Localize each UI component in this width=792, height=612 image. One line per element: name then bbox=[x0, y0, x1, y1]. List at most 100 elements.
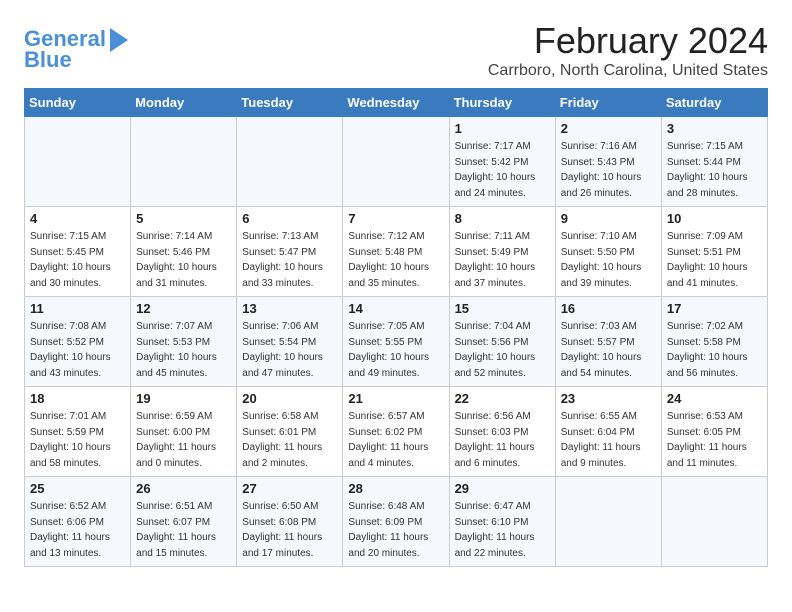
col-header-sunday: Sunday bbox=[25, 89, 131, 117]
calendar-cell bbox=[343, 117, 449, 207]
calendar-cell: 27 Sunrise: 6:50 AM Sunset: 6:08 PM Dayli… bbox=[237, 477, 343, 567]
day-info: Sunrise: 6:55 AM Sunset: 6:04 PM Dayligh… bbox=[561, 409, 656, 471]
day-number: 28 bbox=[348, 481, 443, 496]
day-info: Sunrise: 7:16 AM Sunset: 5:43 PM Dayligh… bbox=[561, 139, 656, 201]
day-number: 29 bbox=[455, 481, 550, 496]
day-number: 14 bbox=[348, 301, 443, 316]
day-number: 17 bbox=[667, 301, 762, 316]
day-number: 9 bbox=[561, 211, 656, 226]
day-number: 24 bbox=[667, 391, 762, 406]
day-number: 4 bbox=[30, 211, 125, 226]
calendar-cell: 7 Sunrise: 7:12 AM Sunset: 5:48 PM Daylig… bbox=[343, 207, 449, 297]
calendar-cell: 22Sunrise: 6:56 AM Sunset: 6:03 PM Dayli… bbox=[449, 387, 555, 477]
calendar-cell: 4 Sunrise: 7:15 AM Sunset: 5:45 PM Daylig… bbox=[25, 207, 131, 297]
day-info: Sunrise: 7:06 AM Sunset: 5:54 PM Dayligh… bbox=[242, 319, 337, 381]
calendar-cell bbox=[25, 117, 131, 207]
day-number: 18 bbox=[30, 391, 125, 406]
day-number: 19 bbox=[136, 391, 231, 406]
day-number: 11 bbox=[30, 301, 125, 316]
calendar-cell: 13 Sunrise: 7:06 AM Sunset: 5:54 PM Dayli… bbox=[237, 297, 343, 387]
calendar-cell: 8Sunrise: 7:11 AM Sunset: 5:49 PM Daylig… bbox=[449, 207, 555, 297]
calendar-cell: 11Sunrise: 7:08 AM Sunset: 5:52 PM Dayli… bbox=[25, 297, 131, 387]
calendar-cell: 2 Sunrise: 7:16 AM Sunset: 5:43 PM Daylig… bbox=[555, 117, 661, 207]
day-info: Sunrise: 6:59 AM Sunset: 6:00 PM Dayligh… bbox=[136, 409, 231, 471]
day-number: 22 bbox=[455, 391, 550, 406]
day-number: 10 bbox=[667, 211, 762, 226]
calendar-cell: 17 Sunrise: 7:02 AM Sunset: 5:58 PM Dayli… bbox=[661, 297, 767, 387]
day-number: 25 bbox=[30, 481, 125, 496]
day-info: Sunrise: 7:05 AM Sunset: 5:55 PM Dayligh… bbox=[348, 319, 443, 381]
day-info: Sunrise: 6:48 AM Sunset: 6:09 PM Dayligh… bbox=[348, 499, 443, 561]
day-number: 5 bbox=[136, 211, 231, 226]
calendar-cell bbox=[555, 477, 661, 567]
day-info: Sunrise: 6:53 AM Sunset: 6:05 PM Dayligh… bbox=[667, 409, 762, 471]
calendar-cell: 21 Sunrise: 6:57 AM Sunset: 6:02 PM Dayli… bbox=[343, 387, 449, 477]
day-number: 20 bbox=[242, 391, 337, 406]
day-info: Sunrise: 7:09 AM Sunset: 5:51 PM Dayligh… bbox=[667, 229, 762, 291]
day-info: Sunrise: 7:14 AM Sunset: 5:46 PM Dayligh… bbox=[136, 229, 231, 291]
calendar-cell: 19 Sunrise: 6:59 AM Sunset: 6:00 PM Dayli… bbox=[131, 387, 237, 477]
day-info: Sunrise: 7:02 AM Sunset: 5:58 PM Dayligh… bbox=[667, 319, 762, 381]
day-info: Sunrise: 7:12 AM Sunset: 5:48 PM Dayligh… bbox=[348, 229, 443, 291]
calendar-cell: 15 Sunrise: 7:04 AM Sunset: 5:56 PM Dayli… bbox=[449, 297, 555, 387]
col-header-tuesday: Tuesday bbox=[237, 89, 343, 117]
calendar-cell: 6Sunrise: 7:13 AM Sunset: 5:47 PM Daylig… bbox=[237, 207, 343, 297]
calendar-week-row: 18Sunrise: 7:01 AM Sunset: 5:59 PM Dayli… bbox=[25, 387, 768, 477]
day-info: Sunrise: 7:04 AM Sunset: 5:56 PM Dayligh… bbox=[455, 319, 550, 381]
day-number: 15 bbox=[455, 301, 550, 316]
header: General Blue February 2024 Carrboro, Nor… bbox=[24, 20, 768, 80]
day-number: 27 bbox=[242, 481, 337, 496]
calendar-week-row: 4 Sunrise: 7:15 AM Sunset: 5:45 PM Daylig… bbox=[25, 207, 768, 297]
calendar-cell: 20 Sunrise: 6:58 AM Sunset: 6:01 PM Dayli… bbox=[237, 387, 343, 477]
day-info: Sunrise: 7:03 AM Sunset: 5:57 PM Dayligh… bbox=[561, 319, 656, 381]
calendar-cell: 10 Sunrise: 7:09 AM Sunset: 5:51 PM Dayli… bbox=[661, 207, 767, 297]
day-number: 16 bbox=[561, 301, 656, 316]
title-area: February 2024 Carrboro, North Carolina, … bbox=[488, 20, 768, 80]
day-info: Sunrise: 7:11 AM Sunset: 5:49 PM Dayligh… bbox=[455, 229, 550, 291]
calendar-cell: 25 Sunrise: 6:52 AM Sunset: 6:06 PM Dayli… bbox=[25, 477, 131, 567]
day-info: Sunrise: 7:07 AM Sunset: 5:53 PM Dayligh… bbox=[136, 319, 231, 381]
day-number: 21 bbox=[348, 391, 443, 406]
calendar-cell: 24 Sunrise: 6:53 AM Sunset: 6:05 PM Dayli… bbox=[661, 387, 767, 477]
calendar-cell: 26Sunrise: 6:51 AM Sunset: 6:07 PM Dayli… bbox=[131, 477, 237, 567]
col-header-saturday: Saturday bbox=[661, 89, 767, 117]
day-info: Sunrise: 6:47 AM Sunset: 6:10 PM Dayligh… bbox=[455, 499, 550, 561]
calendar-cell bbox=[131, 117, 237, 207]
calendar-cell: 18Sunrise: 7:01 AM Sunset: 5:59 PM Dayli… bbox=[25, 387, 131, 477]
day-number: 13 bbox=[242, 301, 337, 316]
day-number: 3 bbox=[667, 121, 762, 136]
day-number: 1 bbox=[455, 121, 550, 136]
day-info: Sunrise: 6:57 AM Sunset: 6:02 PM Dayligh… bbox=[348, 409, 443, 471]
calendar-cell bbox=[237, 117, 343, 207]
calendar-week-row: 1Sunrise: 7:17 AM Sunset: 5:42 PM Daylig… bbox=[25, 117, 768, 207]
calendar-cell: 5 Sunrise: 7:14 AM Sunset: 5:46 PM Daylig… bbox=[131, 207, 237, 297]
day-info: Sunrise: 6:58 AM Sunset: 6:01 PM Dayligh… bbox=[242, 409, 337, 471]
day-number: 23 bbox=[561, 391, 656, 406]
day-number: 2 bbox=[561, 121, 656, 136]
day-info: Sunrise: 6:52 AM Sunset: 6:06 PM Dayligh… bbox=[30, 499, 125, 561]
day-info: Sunrise: 7:13 AM Sunset: 5:47 PM Dayligh… bbox=[242, 229, 337, 291]
calendar-cell: 14 Sunrise: 7:05 AM Sunset: 5:55 PM Dayli… bbox=[343, 297, 449, 387]
day-info: Sunrise: 7:15 AM Sunset: 5:45 PM Dayligh… bbox=[30, 229, 125, 291]
calendar-table: SundayMondayTuesdayWednesdayThursdayFrid… bbox=[24, 88, 768, 567]
logo-arrow-icon bbox=[110, 28, 128, 52]
day-number: 12 bbox=[136, 301, 231, 316]
calendar-cell: 28 Sunrise: 6:48 AM Sunset: 6:09 PM Dayli… bbox=[343, 477, 449, 567]
col-header-monday: Monday bbox=[131, 89, 237, 117]
col-header-wednesday: Wednesday bbox=[343, 89, 449, 117]
calendar-cell bbox=[661, 477, 767, 567]
calendar-cell: 29 Sunrise: 6:47 AM Sunset: 6:10 PM Dayli… bbox=[449, 477, 555, 567]
calendar-header-row: SundayMondayTuesdayWednesdayThursdayFrid… bbox=[25, 89, 768, 117]
calendar-cell: 1Sunrise: 7:17 AM Sunset: 5:42 PM Daylig… bbox=[449, 117, 555, 207]
day-info: Sunrise: 7:15 AM Sunset: 5:44 PM Dayligh… bbox=[667, 139, 762, 201]
sub-title: Carrboro, North Carolina, United States bbox=[488, 62, 768, 80]
col-header-thursday: Thursday bbox=[449, 89, 555, 117]
day-info: Sunrise: 6:50 AM Sunset: 6:08 PM Dayligh… bbox=[242, 499, 337, 561]
calendar-cell: 23 Sunrise: 6:55 AM Sunset: 6:04 PM Dayli… bbox=[555, 387, 661, 477]
day-number: 26 bbox=[136, 481, 231, 496]
calendar-cell: 16 Sunrise: 7:03 AM Sunset: 5:57 PM Dayli… bbox=[555, 297, 661, 387]
calendar-cell: 12 Sunrise: 7:07 AM Sunset: 5:53 PM Dayli… bbox=[131, 297, 237, 387]
col-header-friday: Friday bbox=[555, 89, 661, 117]
day-info: Sunrise: 7:10 AM Sunset: 5:50 PM Dayligh… bbox=[561, 229, 656, 291]
day-number: 7 bbox=[348, 211, 443, 226]
